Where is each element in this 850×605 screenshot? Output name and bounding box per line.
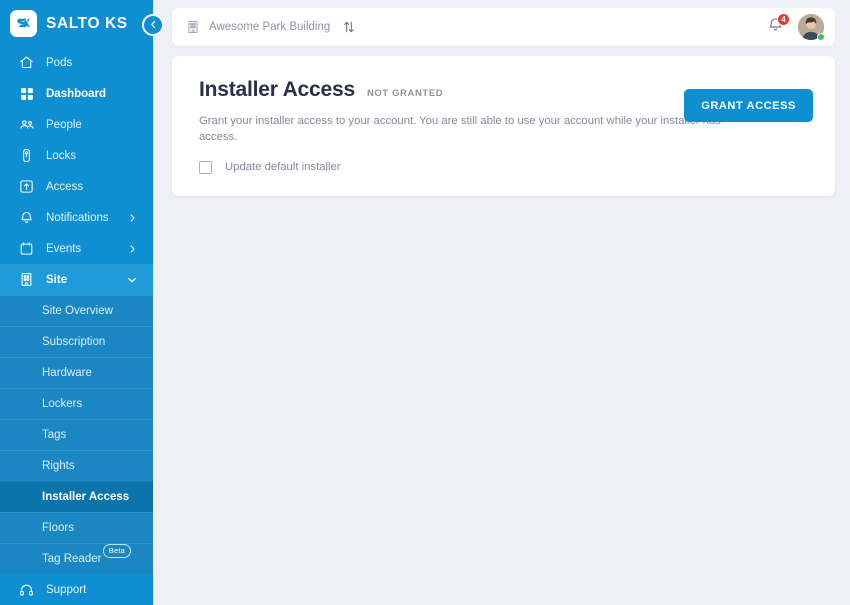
sidebar-subitem-label: Rights	[42, 460, 75, 472]
sidebar-nav: Pods Dashboard People Locks Access Notif…	[0, 47, 153, 575]
status-badge: NOT GRANTED	[366, 88, 444, 99]
brand-name: SALTO KS	[46, 14, 128, 32]
installer-access-card: Installer Access NOT GRANTED Grant your …	[172, 56, 835, 196]
sidebar-subitem-label: Tag Reader	[42, 553, 102, 565]
sidebar-item-label: Support	[46, 584, 87, 596]
sidebar-item-site[interactable]: Site	[0, 264, 153, 295]
access-icon	[18, 178, 35, 195]
sidebar-item-label: Site	[46, 273, 68, 286]
chevron-down-icon	[127, 275, 137, 285]
notifications-button[interactable]: 4	[765, 13, 790, 37]
sidebar-item-label: Notifications	[46, 211, 109, 224]
grid-icon	[18, 85, 35, 102]
sidebar-item-notifications[interactable]: Notifications	[0, 202, 153, 233]
sidebar-item-pods[interactable]: Pods	[0, 47, 153, 78]
sidebar-subitem-label: Floors	[42, 522, 74, 534]
online-status-dot	[817, 33, 825, 41]
calendar-icon	[18, 240, 35, 257]
grant-access-button[interactable]: GRANT ACCESS	[684, 89, 813, 122]
beta-badge: Beta	[102, 544, 131, 558]
topbar: Awesome Park Building 4	[172, 8, 835, 46]
sidebar-subitem-tags[interactable]: Tags	[0, 419, 153, 450]
chevron-right-icon	[128, 213, 137, 222]
sidebar-item-support[interactable]: Support	[0, 575, 153, 605]
brand-logo[interactable]: SALTO KS	[0, 0, 153, 47]
update-default-installer-label: Update default installer	[225, 161, 341, 174]
sidebar-item-label: Access	[46, 180, 84, 193]
notification-count-badge: 4	[777, 13, 790, 26]
site-name: Awesome Park Building	[209, 21, 331, 33]
main-content: Awesome Park Building 4 Installer Access…	[153, 0, 850, 605]
home-icon	[18, 54, 35, 71]
sidebar-subitem-floors[interactable]: Floors	[0, 512, 153, 543]
sidebar-subitem-rights[interactable]: Rights	[0, 450, 153, 481]
sidebar-subitem-label: Hardware	[42, 367, 92, 379]
sidebar-subitem-lockers[interactable]: Lockers	[0, 388, 153, 419]
sidebar-subitem-label: Tags	[42, 429, 67, 441]
avatar[interactable]	[798, 14, 825, 41]
lock-icon	[18, 147, 35, 164]
sidebar-item-label: Pods	[46, 56, 73, 69]
topbar-actions: 4	[765, 13, 825, 41]
sidebar-collapse-button[interactable]	[142, 14, 164, 36]
sidebar-item-label: People	[46, 118, 82, 131]
update-default-installer-checkbox[interactable]	[199, 160, 212, 174]
sidebar-subitem-label: Installer Access	[42, 491, 130, 503]
chevron-left-icon	[149, 16, 158, 34]
sidebar-item-access[interactable]: Access	[0, 171, 153, 202]
sidebar-subitem-label: Lockers	[42, 398, 83, 410]
headset-icon	[18, 582, 35, 599]
sidebar-item-events[interactable]: Events	[0, 233, 153, 264]
bell-icon	[18, 209, 35, 226]
salto-ks-monogram-icon	[10, 10, 37, 37]
sidebar-subitem-hardware[interactable]: Hardware	[0, 357, 153, 388]
sidebar-item-label: Locks	[46, 149, 77, 162]
building-icon	[185, 20, 200, 35]
sidebar-subitem-label: Site Overview	[42, 305, 113, 317]
sidebar-item-dashboard[interactable]: Dashboard	[0, 78, 153, 109]
breadcrumb[interactable]: Awesome Park Building	[185, 20, 330, 35]
sidebar-submenu-site: Site Overview Subscription Hardware Lock…	[0, 295, 153, 574]
sort-arrows-icon[interactable]	[341, 20, 356, 35]
sidebar-subitem-site-overview[interactable]: Site Overview	[0, 295, 153, 326]
page-title: Installer Access	[199, 78, 355, 101]
sidebar: SALTO KS Pods Dashboard People Locks Acc…	[0, 0, 153, 605]
sidebar-subitem-subscription[interactable]: Subscription	[0, 326, 153, 357]
sidebar-subitem-label: Subscription	[42, 336, 106, 348]
app-root: SALTO KS Pods Dashboard People Locks Acc…	[0, 0, 850, 605]
sidebar-subitem-tag-reader[interactable]: Beta Tag Reader	[0, 543, 153, 574]
chevron-right-icon	[128, 244, 137, 253]
card-description: Grant your installer access to your acco…	[199, 115, 721, 143]
sidebar-item-label: Dashboard	[46, 87, 107, 100]
sidebar-subitem-installer-access[interactable]: Installer Access	[0, 481, 153, 512]
sidebar-item-label: Events	[46, 242, 82, 255]
people-icon	[18, 116, 35, 133]
sidebar-item-locks[interactable]: Locks	[0, 140, 153, 171]
update-default-installer-row[interactable]: Update default installer	[199, 160, 813, 174]
sidebar-item-people[interactable]: People	[0, 109, 153, 140]
building-icon	[18, 271, 35, 288]
